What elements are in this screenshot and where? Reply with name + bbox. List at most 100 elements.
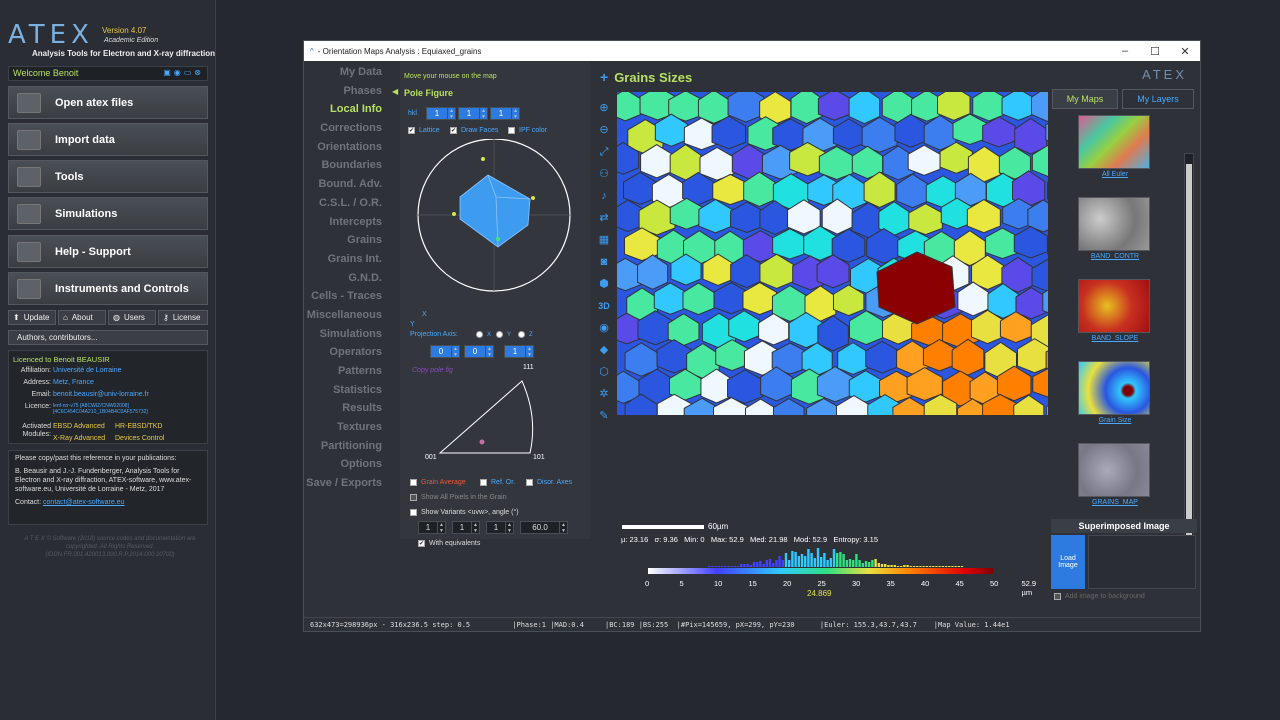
- ipf-color-checkbox[interactable]: IPF color: [508, 127, 547, 134]
- thumb-label-band-slope[interactable]: BAND_SLOPE: [1052, 335, 1178, 342]
- contact-link[interactable]: contact@atex-software.eu: [43, 499, 124, 506]
- nav-item-g-n-d-[interactable]: G.N.D.: [304, 269, 400, 288]
- diamond-icon[interactable]: ◆: [596, 339, 612, 361]
- nav-item-textures[interactable]: Textures: [304, 418, 400, 437]
- maps-scrollbar[interactable]: [1184, 153, 1194, 558]
- grain-average-checkbox[interactable]: Grain Average: [410, 479, 466, 486]
- variant-angle-spinner[interactable]: 60.0 ▲ ▼: [520, 521, 568, 534]
- nav-item-operators[interactable]: Operators: [304, 343, 400, 362]
- add-to-background-checkbox[interactable]: Add image to background: [1054, 593, 1145, 600]
- proj-y-radio[interactable]: Y: [496, 331, 511, 338]
- thumb-label-grain-size[interactable]: Grain Size: [1052, 417, 1178, 424]
- thumb-grains-map[interactable]: [1078, 443, 1150, 497]
- thumb-all-euler[interactable]: [1078, 115, 1150, 169]
- proj-y-spinner[interactable]: 0 ▲ ▼: [464, 345, 494, 358]
- hkl-h-spinner[interactable]: 1 ▲ ▼: [426, 107, 456, 120]
- thumb-grain-size[interactable]: [1078, 361, 1150, 415]
- fit-screen-icon[interactable]: ⤢: [596, 141, 612, 163]
- about-button[interactable]: ⌂ About: [58, 310, 106, 325]
- pen-icon[interactable]: ✎: [596, 405, 612, 427]
- instruments-controls-button[interactable]: Instruments and Controls: [8, 272, 208, 305]
- zoom-out-icon[interactable]: ⊖: [596, 119, 612, 141]
- atex-logo: ATEX: [8, 20, 94, 50]
- axis-y-label: Y: [410, 321, 415, 328]
- lattice-checkbox[interactable]: Lattice: [408, 127, 440, 134]
- nav-item-grains-int-[interactable]: Grains Int.: [304, 250, 400, 269]
- nav-item-miscellaneous[interactable]: Miscellaneous: [304, 306, 400, 325]
- thumb-label-band-contr[interactable]: BAND_CONTR: [1052, 253, 1178, 260]
- thumb-label-grains-map[interactable]: GRAINS_MAP: [1052, 499, 1178, 506]
- nav-item-options[interactable]: Options: [304, 455, 400, 474]
- camera-icon[interactable]: ◙: [596, 251, 612, 273]
- tools-button[interactable]: Tools: [8, 160, 208, 193]
- with-equivalents-checkbox[interactable]: With equivalents: [418, 540, 480, 547]
- update-button[interactable]: ⬆ Update: [8, 310, 56, 325]
- proj-x-radio[interactable]: X: [476, 331, 491, 338]
- nav-item-partitioning[interactable]: Partitioning: [304, 437, 400, 456]
- add-icon[interactable]: +: [600, 69, 608, 85]
- nav-item-simulations[interactable]: Simulations: [304, 325, 400, 344]
- inverse-pole-figure[interactable]: [420, 367, 570, 467]
- maximize-button[interactable]: ☐: [1140, 41, 1170, 61]
- nav-item-intercepts[interactable]: Intercepts: [304, 213, 400, 232]
- simulations-button[interactable]: Simulations: [8, 197, 208, 230]
- grid-icon[interactable]: ▦: [596, 229, 612, 251]
- analysis-nav: My Data Phases Local Info Corrections Orient…: [304, 63, 400, 493]
- nav-item-save-exports[interactable]: Save / Exports: [304, 474, 400, 493]
- ref-or-checkbox[interactable]: Ref. Or.: [480, 479, 515, 486]
- sound-icon[interactable]: ♪: [596, 185, 612, 207]
- nav-item-cells-traces[interactable]: Cells - Traces: [304, 287, 400, 306]
- hexagon-icon[interactable]: ⬡: [596, 361, 612, 383]
- open-atex-files-button[interactable]: Open atex files: [8, 86, 208, 119]
- nodes-icon[interactable]: ✲: [596, 383, 612, 405]
- hkl-k-spinner[interactable]: 1 ▲ ▼: [458, 107, 488, 120]
- nav-item-orientations[interactable]: Orientations: [304, 138, 400, 157]
- grain-size-map[interactable]: [617, 92, 1048, 415]
- nav-item-bound-adv-[interactable]: Bound. Adv.: [304, 175, 400, 194]
- binoculars-icon[interactable]: ⚇: [596, 163, 612, 185]
- proj-x-spinner[interactable]: 0 ▲ ▼: [430, 345, 460, 358]
- nav-item-grains[interactable]: Grains: [304, 231, 400, 250]
- hkl-l-spinner[interactable]: 1 ▲ ▼: [490, 107, 520, 120]
- pole-figure[interactable]: [410, 139, 590, 319]
- proj-z-radio[interactable]: Z: [518, 331, 533, 338]
- variant-v-spinner[interactable]: 1 ▲ ▼: [452, 521, 480, 534]
- home-icon: ⌂: [63, 313, 68, 322]
- arrows-icon[interactable]: ⇄: [596, 207, 612, 229]
- license-button[interactable]: ⚷ License: [158, 310, 208, 325]
- nav-item-statistics[interactable]: Statistics: [304, 381, 400, 400]
- nav-item-local-info[interactable]: Local Info: [304, 100, 400, 119]
- variant-u-spinner[interactable]: 1 ▲ ▼: [418, 521, 446, 534]
- minimize-button[interactable]: –: [1110, 41, 1140, 61]
- zoom-in-icon[interactable]: ⊕: [596, 97, 612, 119]
- window-controls-icons[interactable]: ▣◉▭⊗: [163, 68, 204, 77]
- disor-axes-checkbox[interactable]: Disor. Axes: [526, 479, 572, 486]
- close-button[interactable]: ✕: [1170, 41, 1200, 61]
- show-variants-checkbox[interactable]: Show Variants <uvw>, angle (°): [410, 509, 519, 516]
- nav-item-c-s-l-o-r-[interactable]: C.S.L. / O.R.: [304, 194, 400, 213]
- thumb-band-slope[interactable]: [1078, 279, 1150, 333]
- nav-item-my-data[interactable]: My Data: [304, 63, 400, 82]
- thumb-label-all-euler[interactable]: All Euler: [1052, 171, 1178, 178]
- draw-faces-checkbox[interactable]: Draw Faces: [450, 127, 498, 134]
- thumb-band-contr[interactable]: [1078, 197, 1150, 251]
- help-support-button[interactable]: Help - Support: [8, 235, 208, 268]
- nav-item-results[interactable]: Results: [304, 399, 400, 418]
- grain-size-map-image[interactable]: [617, 92, 1048, 415]
- nav-item-corrections[interactable]: Corrections: [304, 119, 400, 138]
- tab-my-layers[interactable]: My Layers: [1122, 89, 1194, 109]
- authors-button[interactable]: Authors, contributors...: [8, 330, 208, 345]
- load-image-button[interactable]: Load Image: [1051, 535, 1085, 589]
- cube-icon[interactable]: ⬢: [596, 273, 612, 295]
- variant-w-spinner[interactable]: 1 ▲ ▼: [486, 521, 514, 534]
- 3d-icon[interactable]: 3D: [596, 295, 612, 317]
- import-data-button[interactable]: Import data: [8, 123, 208, 156]
- eye-icon[interactable]: ◉: [596, 317, 612, 339]
- all-pixels-checkbox[interactable]: Show All Pixels in the Grain: [410, 494, 507, 501]
- tab-my-maps[interactable]: My Maps: [1052, 89, 1118, 109]
- nav-item-patterns[interactable]: Patterns: [304, 362, 400, 381]
- nav-item-boundaries[interactable]: Boundaries: [304, 156, 400, 175]
- users-button[interactable]: ◍ Users: [108, 310, 156, 325]
- nav-item-phases[interactable]: Phases: [304, 82, 400, 101]
- proj-z-spinner[interactable]: 1 ▲ ▼: [504, 345, 534, 358]
